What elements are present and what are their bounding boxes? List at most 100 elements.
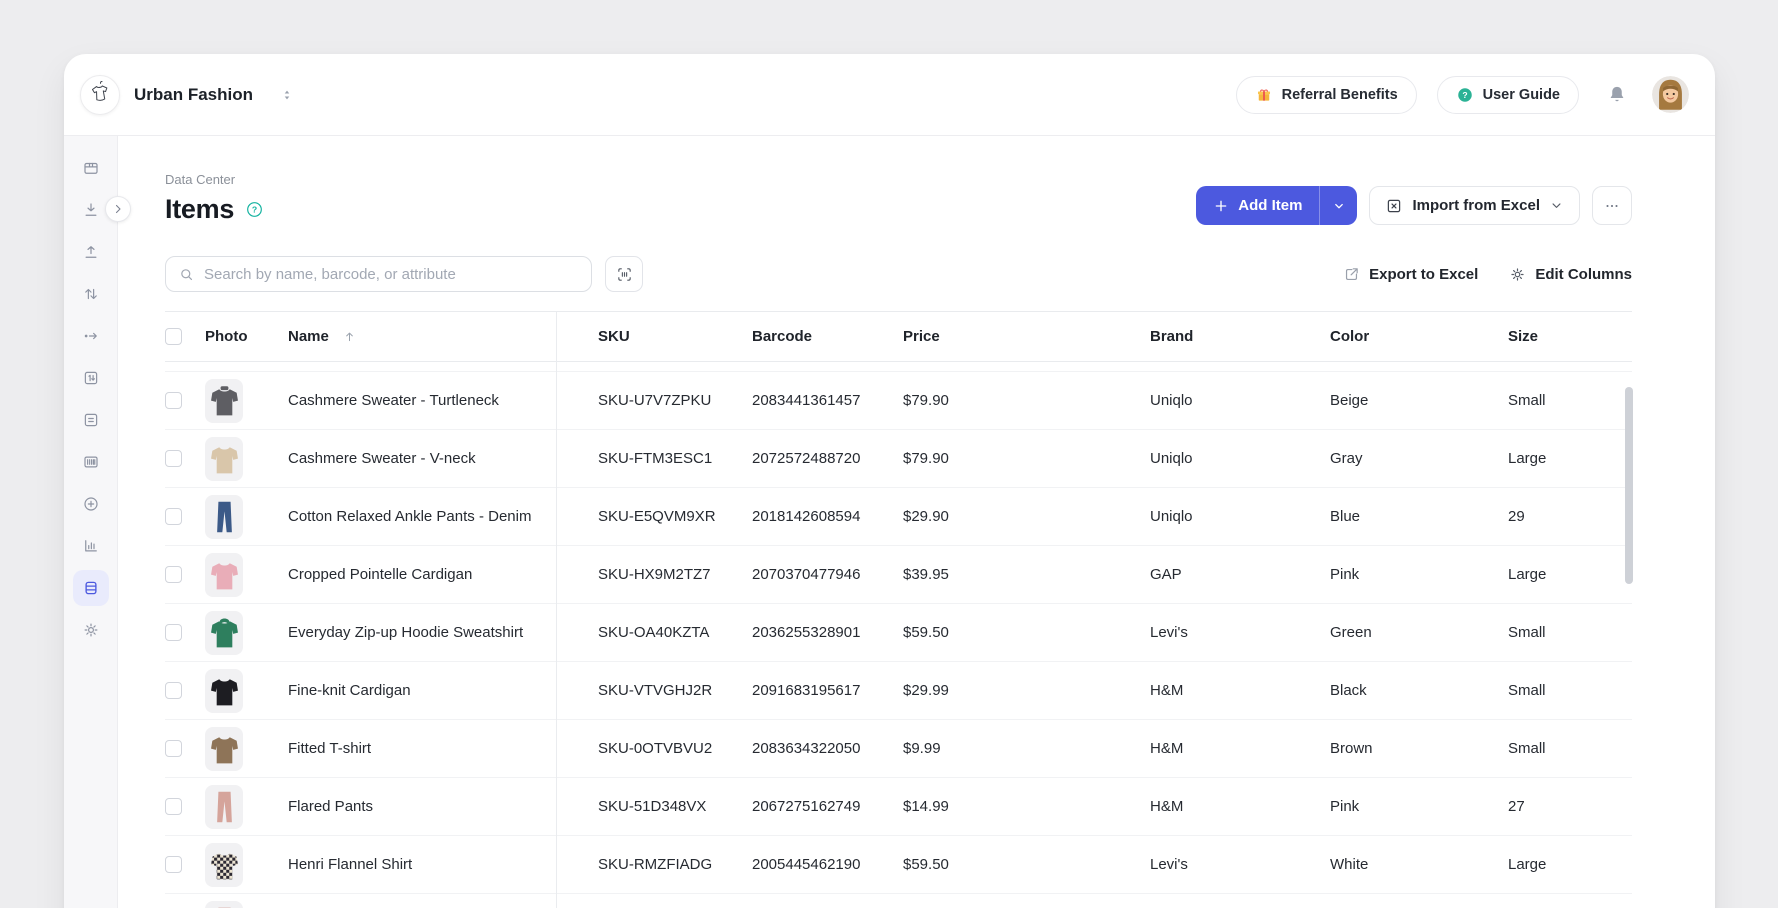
cell-sku: SKU-U7V7ZPKU — [556, 392, 752, 409]
chevron-right-icon — [112, 203, 124, 215]
sidebar-item-count[interactable] — [73, 360, 109, 396]
table-row[interactable]: Cropped Pointelle CardiganSKU-HX9M2TZ720… — [165, 546, 1632, 604]
sidebar-item-document[interactable] — [73, 402, 109, 438]
more-actions-button[interactable] — [1592, 186, 1632, 225]
table-row[interactable]: Fitted T-shirtSKU-0OTVBVU22083634322050$… — [165, 720, 1632, 778]
sidebar-item-analytics[interactable] — [73, 528, 109, 564]
item-photo — [205, 379, 243, 423]
table-row[interactable]: Cotton Relaxed Ankle Pants - DenimSKU-E5… — [165, 488, 1632, 546]
column-header-photo[interactable]: Photo — [205, 328, 288, 345]
cell-sku: SKU-E5QVM9XR — [556, 508, 752, 525]
sidebar-item-transfer[interactable] — [73, 276, 109, 312]
export-icon — [1343, 266, 1360, 283]
search-bar — [165, 256, 592, 292]
sidebar — [64, 136, 118, 908]
svg-text:?: ? — [252, 205, 257, 215]
sidebar-item-move-out[interactable] — [73, 318, 109, 354]
sidebar-item-box[interactable] — [73, 150, 109, 186]
cell-color: Beige — [1330, 392, 1508, 409]
help-circle-icon: ? — [1456, 86, 1474, 104]
item-photo — [205, 495, 243, 539]
cell-color: Black — [1330, 682, 1508, 699]
referral-benefits-button[interactable]: Referral Benefits — [1236, 76, 1417, 114]
cell-name: Cotton Relaxed Ankle Pants - Denim — [288, 508, 556, 525]
table-row[interactable]: Henri Flannel ShirtSKU-RMZFIADG200544546… — [165, 836, 1632, 894]
sidebar-expand-button[interactable] — [105, 196, 131, 222]
add-item-dropdown-caret[interactable] — [1319, 186, 1357, 225]
table-scrollbar-thumb[interactable] — [1625, 387, 1633, 584]
cell-price: $79.90 — [903, 450, 1150, 467]
table-row[interactable]: Cashmere Sweater - V-neckSKU-FTM3ESC1207… — [165, 430, 1632, 488]
plus-icon — [1213, 198, 1229, 214]
column-header-price[interactable]: Price — [903, 328, 1150, 345]
sidebar-item-settings[interactable] — [73, 612, 109, 648]
table-row[interactable] — [165, 894, 1632, 908]
user-guide-button[interactable]: ? User Guide — [1437, 76, 1579, 114]
stock-out-icon — [82, 243, 100, 261]
add-circle-icon — [82, 495, 100, 513]
search-input[interactable] — [204, 266, 579, 283]
sidebar-item-data-center[interactable] — [73, 570, 109, 606]
table-row[interactable]: Everyday Zip-up Hoodie SweatshirtSKU-OA4… — [165, 604, 1632, 662]
sidebar-item-stock-out[interactable] — [73, 234, 109, 270]
chevron-down-icon — [1332, 199, 1346, 213]
select-all-checkbox[interactable] — [165, 328, 182, 345]
column-header-name[interactable]: Name — [288, 328, 556, 345]
sidebar-item-barcode[interactable] — [73, 444, 109, 480]
cell-color: Gray — [1330, 450, 1508, 467]
column-header-sku[interactable]: SKU — [556, 328, 752, 345]
column-header-size[interactable]: Size — [1508, 328, 1632, 345]
cell-sku: SKU-HX9M2TZ7 — [556, 566, 752, 583]
export-to-excel-button[interactable]: Export to Excel — [1343, 266, 1478, 283]
cell-price: $59.50 — [903, 856, 1150, 873]
cell-sku: SKU-0OTVBVU2 — [556, 740, 752, 757]
workspace-switcher-icon[interactable] — [279, 87, 295, 103]
app-window: Urban Fashion Referral Benefits — [64, 54, 1715, 908]
row-checkbox[interactable] — [165, 798, 182, 815]
table-scroll-gap — [165, 362, 1632, 372]
item-photo — [205, 901, 243, 908]
cell-barcode: 2005445462190 — [752, 856, 903, 873]
row-checkbox[interactable] — [165, 566, 182, 583]
barcode-scan-icon — [616, 266, 633, 283]
cell-sku: SKU-RMZFIADG — [556, 856, 752, 873]
cell-price: $59.50 — [903, 624, 1150, 641]
cell-size: Large — [1508, 450, 1632, 467]
transfer-icon — [82, 285, 100, 303]
row-checkbox[interactable] — [165, 392, 182, 409]
cell-price: $79.90 — [903, 392, 1150, 409]
row-checkbox[interactable] — [165, 856, 182, 873]
row-checkbox[interactable] — [165, 682, 182, 699]
edit-columns-label: Edit Columns — [1535, 266, 1632, 283]
column-header-barcode[interactable]: Barcode — [752, 328, 903, 345]
cell-color: Brown — [1330, 740, 1508, 757]
cell-sku: SKU-OA40KZTA — [556, 624, 752, 641]
item-photo — [205, 727, 243, 771]
row-checkbox[interactable] — [165, 450, 182, 467]
cell-sku: SKU-VTVGHJ2R — [556, 682, 752, 699]
sidebar-item-stock-in[interactable] — [73, 192, 109, 228]
app-header: Urban Fashion Referral Benefits — [64, 54, 1715, 136]
edit-columns-button[interactable]: Edit Columns — [1509, 266, 1632, 283]
cell-barcode: 2070370477946 — [752, 566, 903, 583]
cell-brand: Uniqlo — [1150, 392, 1330, 409]
column-header-color[interactable]: Color — [1330, 328, 1508, 345]
svg-text:?: ? — [1462, 90, 1467, 100]
items-help-icon[interactable]: ? — [245, 200, 264, 219]
cell-color: White — [1330, 856, 1508, 873]
table-row[interactable]: Cashmere Sweater - TurtleneckSKU-U7V7ZPK… — [165, 372, 1632, 430]
barcode-scan-button[interactable] — [605, 256, 643, 292]
row-checkbox[interactable] — [165, 624, 182, 641]
row-checkbox[interactable] — [165, 508, 182, 525]
user-avatar[interactable] — [1652, 76, 1689, 113]
workspace-logo[interactable] — [80, 75, 120, 115]
table-row[interactable]: Flared PantsSKU-51D348VX2067275162749$14… — [165, 778, 1632, 836]
cell-name: Cashmere Sweater - V-neck — [288, 450, 556, 467]
notifications-button[interactable] — [1606, 84, 1628, 106]
table-row[interactable]: Fine-knit CardiganSKU-VTVGHJ2R2091683195… — [165, 662, 1632, 720]
column-header-brand[interactable]: Brand — [1150, 328, 1330, 345]
add-item-button[interactable]: Add Item — [1196, 186, 1357, 225]
sidebar-item-add-circle[interactable] — [73, 486, 109, 522]
import-from-excel-button[interactable]: Import from Excel — [1369, 186, 1580, 225]
row-checkbox[interactable] — [165, 740, 182, 757]
